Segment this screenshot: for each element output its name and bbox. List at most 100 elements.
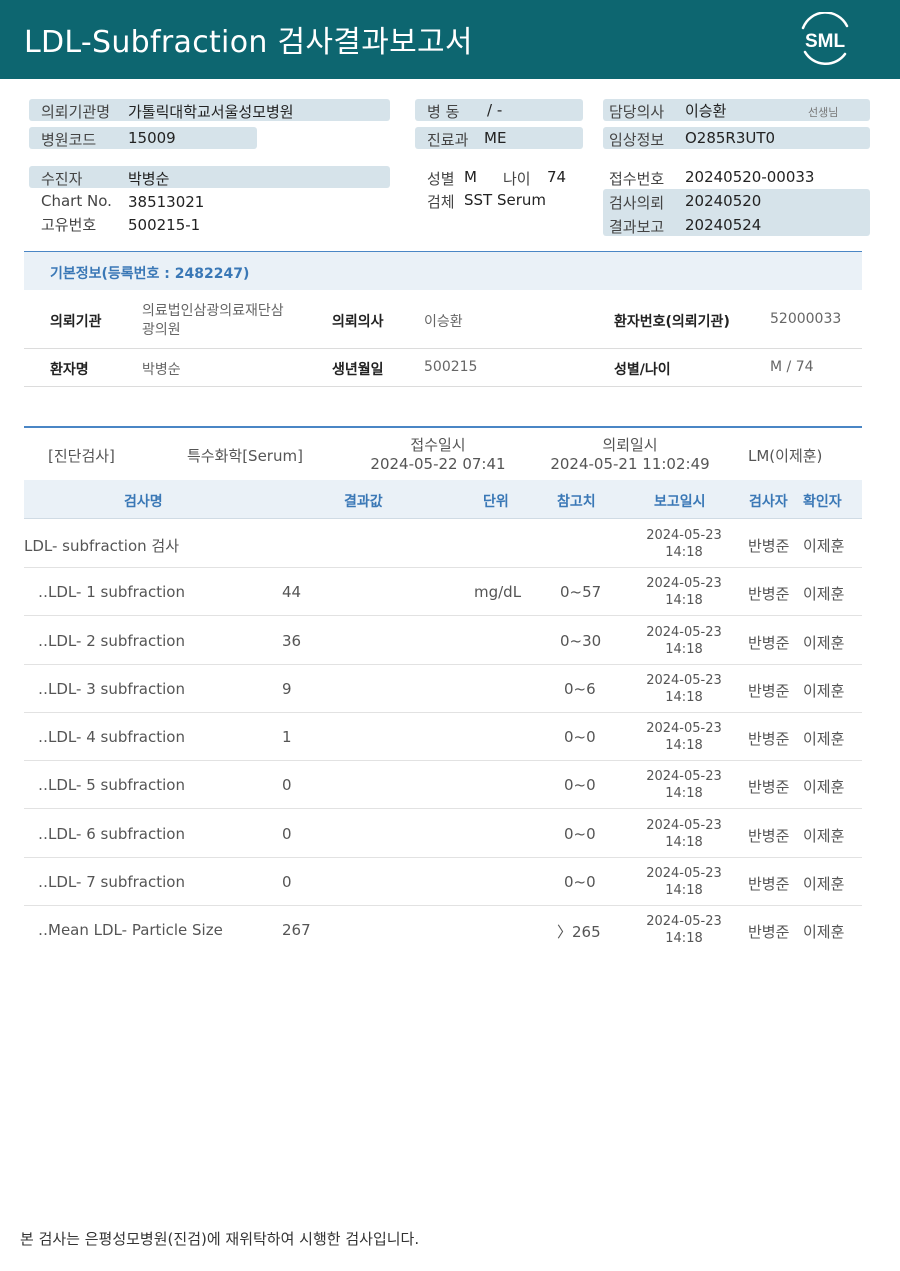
age-value: 74: [547, 168, 567, 186]
report-time: 14:18: [665, 593, 703, 608]
result-value: 0: [282, 825, 292, 843]
doctor-label: 담당의사: [609, 103, 665, 121]
report-header: LDL-Subfraction 검사결과보고서 SML: [0, 0, 900, 79]
report-time: 14:18: [665, 738, 703, 753]
reference-range: 0~30: [560, 632, 602, 650]
lab-manager: LM(이제훈): [748, 447, 823, 465]
receipt-no-label: 접수번호: [609, 170, 665, 188]
patient-value: 박병순: [128, 170, 170, 188]
report-time: 14:18: [665, 642, 703, 657]
report-date: 2024-05-23: [646, 576, 722, 591]
basic-value: 의료법인삼광의료재단삼: [142, 303, 284, 319]
unique-no-value: 500215-1: [128, 216, 201, 234]
report-date: 2024-05-23: [646, 866, 722, 881]
test-name: ‥Mean LDL- Particle Size: [38, 921, 223, 939]
ward-label: 병 동: [427, 103, 460, 121]
tester: 반병준: [748, 585, 790, 603]
basic-info-row: 환자명 박병순 생년월일 500215 성별/나이 M / 74: [24, 349, 862, 387]
report-date: 2024-05-23: [646, 721, 722, 736]
department-value: ME: [484, 129, 507, 147]
col-report-time: 보고일시: [654, 494, 706, 510]
section-divider: [24, 426, 862, 428]
hospital-code-label: 병원코드: [41, 131, 97, 149]
basic-key: 성별/나이: [614, 362, 671, 378]
unique-no-label: 고유번호: [41, 216, 97, 234]
test-name: ‥LDL- 6 subfraction: [38, 825, 185, 843]
test-name: ‥LDL- 4 subfraction: [38, 728, 185, 746]
tester: 반병준: [748, 730, 790, 748]
reference-range: 0~57: [560, 583, 602, 601]
basic-value: 광의원: [142, 322, 181, 338]
report-time: 14:18: [665, 883, 703, 898]
reference-range: 0~0: [564, 728, 596, 746]
confirmer: 이제훈: [803, 730, 845, 748]
table-row: ‥LDL- 1 subfraction 44 mg/dL 0~57 2024-0…: [24, 568, 862, 616]
report-time: 14:18: [665, 545, 703, 560]
clinical-info-label: 임상정보: [609, 131, 665, 149]
report-date-value: 20240524: [685, 216, 762, 234]
department-label: 진료과: [427, 131, 469, 149]
confirmer: 이제훈: [803, 778, 845, 796]
report-date: 2024-05-23: [646, 818, 722, 833]
col-reference: 참고치: [557, 494, 596, 510]
receipt-datetime-label: 접수일시: [410, 436, 466, 454]
tester: 반병준: [748, 634, 790, 652]
sex-label: 성별: [427, 170, 455, 188]
request-datetime-label: 의뢰일시: [602, 436, 658, 454]
sml-logo: SML: [801, 12, 849, 66]
test-name: ‥LDL- 5 subfraction: [38, 776, 185, 794]
test-category: [진단검사]: [48, 447, 115, 465]
report-title: LDL-Subfraction 검사결과보고서: [24, 25, 473, 60]
patient-bar: [29, 166, 390, 188]
reference-range: 0~0: [564, 873, 596, 891]
col-confirmer: 확인자: [803, 494, 842, 510]
basic-info-header: 기본정보(등록번호 : 2482247): [24, 251, 862, 290]
clinical-info-value: O285R3UT0: [685, 129, 776, 147]
tester: 반병준: [748, 923, 790, 941]
confirmer: 이제훈: [803, 875, 845, 893]
basic-key: 의뢰의사: [332, 314, 384, 330]
report-date: 2024-05-23: [646, 528, 722, 543]
report-date: 2024-05-23: [646, 914, 722, 929]
tester: 반병준: [748, 875, 790, 893]
report-date: 2024-05-23: [646, 673, 722, 688]
age-label: 나이: [503, 170, 531, 188]
doctor-suffix: 선생님: [808, 106, 839, 119]
basic-value: 52000033: [770, 311, 842, 327]
tester: 반병준: [748, 827, 790, 845]
receipt-no-value: 20240520-00033: [685, 168, 815, 186]
specimen-value: SST Serum: [464, 191, 547, 209]
basic-key: 의뢰기관: [50, 314, 102, 330]
reference-range: 0~0: [564, 776, 596, 794]
reference-range: 0~6: [564, 680, 596, 698]
tester: 반병준: [748, 778, 790, 796]
logo-text: SML: [805, 31, 846, 52]
table-row: ‥LDL- 5 subfraction 0 0~0 2024-05-23 14:…: [24, 761, 862, 809]
report-time: 14:18: [665, 931, 703, 946]
confirmer: 이제훈: [803, 682, 845, 700]
confirmer: 이제훈: [803, 923, 845, 941]
tester: 반병준: [748, 537, 790, 555]
specimen-label: 검체: [427, 193, 455, 211]
chart-no-value: 38513021: [128, 193, 205, 211]
result-value: 0: [282, 776, 292, 794]
reference-range: 〉265: [557, 923, 601, 941]
table-row: ‥LDL- 3 subfraction 9 0~6 2024-05-23 14:…: [24, 665, 862, 713]
confirmer: 이제훈: [803, 634, 845, 652]
report-date: 2024-05-23: [646, 769, 722, 784]
basic-key: 환자번호(의뢰기관): [614, 314, 730, 330]
basic-key: 환자명: [50, 362, 89, 378]
confirmer: 이제훈: [803, 585, 845, 603]
report-date: 2024-05-23: [646, 625, 722, 640]
confirmer: 이제훈: [803, 827, 845, 845]
col-result: 결과값: [344, 494, 383, 510]
result-value: 44: [282, 583, 302, 601]
report-date-label: 결과보고: [609, 218, 665, 236]
receipt-datetime: 2024-05-22 07:41: [370, 455, 506, 473]
test-name: ‥LDL- 1 subfraction: [38, 583, 185, 601]
test-name: LDL- subfraction 검사: [24, 537, 180, 555]
col-unit: 단위: [483, 494, 509, 510]
request-date-label: 검사의뢰: [609, 194, 665, 212]
doctor-value: 이승환: [685, 102, 727, 120]
table-row: ‥LDL- 4 subfraction 1 0~0 2024-05-23 14:…: [24, 713, 862, 761]
